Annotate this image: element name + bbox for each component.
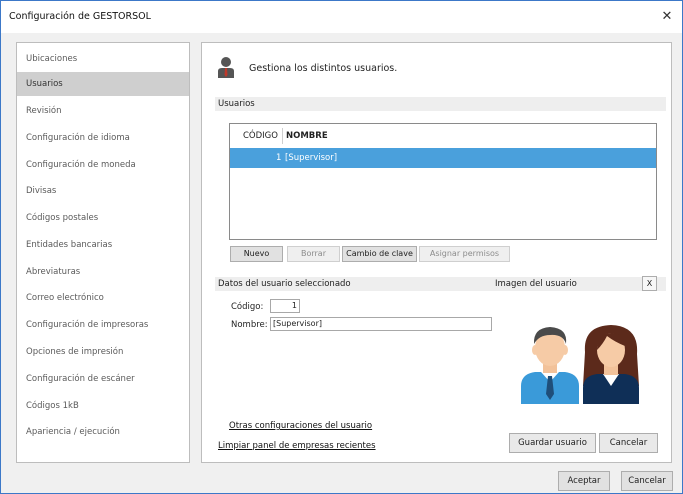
sidebar-item-codigos-postales[interactable]: Códigos postales	[17, 206, 189, 230]
column-divider	[282, 128, 283, 144]
other-user-settings-link[interactable]: Otras configuraciones del usuario	[229, 421, 372, 431]
nombre-field[interactable]: [Supervisor]	[270, 317, 492, 331]
row-nombre: [Supervisor]	[285, 153, 338, 163]
sidebar-item-abreviaturas[interactable]: Abreviaturas	[17, 260, 189, 284]
sidebar-item-codigos-1kb[interactable]: Códigos 1kB	[17, 394, 189, 418]
codigo-field[interactable]: 1	[270, 299, 300, 313]
row-codigo: 1	[276, 153, 282, 163]
details-section-label: Datos del usuario seleccionado	[218, 279, 351, 289]
user-icon	[218, 57, 234, 78]
sidebar-item-usuarios[interactable]: Usuarios	[17, 72, 189, 96]
clear-recent-companies-link[interactable]: Limpiar panel de empresas recientes	[218, 441, 376, 451]
accept-button[interactable]: Aceptar	[558, 471, 610, 491]
sidebar-item-moneda[interactable]: Configuración de moneda	[17, 153, 189, 177]
change-password-button[interactable]: Cambio de clave	[342, 246, 417, 262]
window-title: Configuración de GESTORSOL	[9, 11, 151, 22]
column-header-nombre[interactable]: NOMBRE	[286, 124, 328, 148]
column-header-codigo[interactable]: CÓDIGO	[243, 124, 278, 148]
user-avatar-image	[521, 325, 639, 404]
delete-user-button[interactable]: Borrar	[287, 246, 340, 262]
cancel-button[interactable]: Cancelar	[621, 471, 673, 491]
users-panel: Gestiona los distintos usuarios. Usuario…	[201, 42, 672, 463]
sidebar-item-apariencia[interactable]: Apariencia / ejecución	[17, 420, 189, 444]
users-section-header: Usuarios	[215, 97, 666, 111]
sidebar-item-opciones-impresion[interactable]: Opciones de impresión	[17, 340, 189, 364]
sidebar-item-impresoras[interactable]: Configuración de impresoras	[17, 313, 189, 337]
sidebar-item-idioma[interactable]: Configuración de idioma	[17, 126, 189, 150]
image-section-label: Imagen del usuario	[495, 279, 577, 289]
sidebar-item-entidades-bancarias[interactable]: Entidades bancarias	[17, 233, 189, 257]
details-section-header: Datos del usuario seleccionado Imagen de…	[215, 277, 666, 291]
sidebar-item-correo[interactable]: Correo electrónico	[17, 286, 189, 310]
assign-permissions-button[interactable]: Asignar permisos	[419, 246, 510, 262]
codigo-label: Código:	[231, 302, 264, 312]
config-window: Configuración de GESTORSOL ✕ Ubicaciones…	[0, 0, 683, 494]
new-user-button[interactable]: Nuevo	[230, 246, 283, 262]
save-user-button[interactable]: Guardar usuario	[509, 433, 596, 453]
table-row[interactable]: 1 [Supervisor]	[230, 148, 656, 168]
clear-image-button[interactable]: X	[642, 276, 657, 291]
users-table[interactable]: CÓDIGO NOMBRE 1 [Supervisor]	[229, 123, 657, 240]
settings-sidebar: Ubicaciones Usuarios Revisión Configurac…	[16, 42, 190, 463]
close-icon[interactable]: ✕	[652, 1, 682, 33]
sidebar-item-ubicaciones[interactable]: Ubicaciones	[17, 47, 189, 71]
sidebar-item-divisas[interactable]: Divisas	[17, 179, 189, 203]
cancel-user-button[interactable]: Cancelar	[599, 433, 658, 453]
sidebar-item-revision[interactable]: Revisión	[17, 99, 189, 123]
sidebar-item-escaner[interactable]: Configuración de escáner	[17, 367, 189, 391]
nombre-label: Nombre:	[231, 320, 268, 330]
panel-description: Gestiona los distintos usuarios.	[249, 63, 398, 74]
title-bar: Configuración de GESTORSOL ✕	[1, 1, 682, 33]
